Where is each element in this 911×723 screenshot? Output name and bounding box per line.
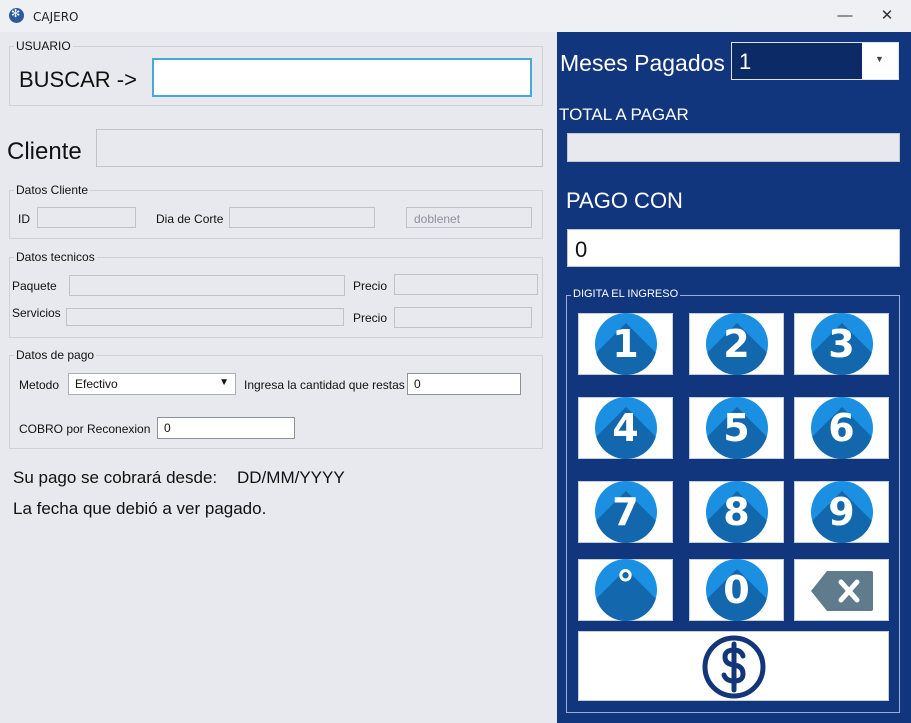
key-3[interactable]: 3 [794, 313, 889, 375]
id-label: ID [18, 212, 30, 226]
chevron-down-icon: ▼ [219, 377, 229, 388]
minimize-button[interactable]: — [831, 4, 859, 28]
datos-pago-legend: Datos de pago [14, 348, 97, 362]
key-8[interactable]: 8 [689, 481, 784, 543]
digit-8-icon: 8 [705, 481, 768, 543]
key-2[interactable]: 2 [689, 313, 784, 375]
datos-tecnicos-legend: Datos tecnicos [14, 250, 97, 264]
key-4[interactable]: 4 [578, 397, 673, 459]
pay-button[interactable] [578, 631, 889, 701]
degree-icon: ° [594, 559, 657, 621]
meses-value: 1 [739, 49, 752, 74]
digit-2-icon: 2 [705, 313, 768, 375]
cobro-label: COBRO por Reconexion [19, 422, 151, 436]
desde-value: DD/MM/YYYY [237, 468, 345, 487]
key-6[interactable]: 6 [794, 397, 889, 459]
key-1[interactable]: 1 [578, 313, 673, 375]
servicios-field [66, 308, 344, 326]
desde-label: Su pago se cobrará desde: [13, 468, 218, 487]
metodo-label: Metodo [19, 378, 60, 392]
digit-4-icon: 4 [594, 397, 657, 459]
precio1-field [394, 274, 538, 295]
empresa-value: doblenet [414, 212, 461, 226]
servicios-label: Servicios [12, 306, 61, 320]
total-label: TOTAL A PAGAR [559, 105, 689, 124]
key-9[interactable]: 9 [794, 481, 889, 543]
pago-label: PAGO CON [566, 188, 683, 213]
precio1-label: Precio [353, 279, 388, 293]
cantidad-label: Ingresa la cantidad que restas [244, 378, 405, 392]
key-5[interactable]: 5 [689, 397, 784, 459]
meses-dropdown-arrow[interactable]: ▼ [862, 43, 898, 79]
key-7[interactable]: 7 [578, 481, 673, 543]
title-bar: CAJERO — ✕ [0, 0, 911, 32]
digit-1-icon: 1 [594, 313, 657, 375]
digit-9-icon: 9 [810, 481, 873, 543]
precio2-field [394, 307, 532, 328]
window-title: CAJERO [33, 10, 79, 24]
fecha-text: La fecha que debió a ver pagado. [13, 499, 267, 518]
pago-input[interactable]: 0 [567, 229, 900, 267]
metodo-select[interactable]: Efectivo ▼ [68, 373, 236, 395]
id-field [37, 207, 136, 228]
dia-corte-field [229, 207, 375, 228]
cantidad-input[interactable]: 0 [407, 373, 521, 395]
empresa-field: doblenet [406, 207, 532, 228]
digit-0-icon: 0 [705, 559, 768, 621]
metodo-value: Efectivo [75, 377, 118, 391]
dollar-icon [702, 635, 766, 699]
key-0[interactable]: 0 [689, 559, 784, 621]
meses-label: Meses Pagados [560, 50, 725, 76]
backspace-icon [811, 571, 873, 611]
dia-corte-label: Dia de Corte [156, 212, 224, 226]
app-icon [9, 7, 24, 23]
paquete-field [69, 275, 345, 296]
paquete-label: Paquete [12, 279, 57, 293]
chevron-down-icon: ▼ [875, 54, 884, 64]
datos-cliente-legend: Datos Cliente [14, 183, 91, 197]
buscar-input[interactable] [152, 58, 532, 97]
key-degree[interactable]: ° [578, 559, 673, 621]
digit-3-icon: 3 [810, 313, 873, 375]
buscar-label: BUSCAR -> [19, 67, 137, 92]
precio2-label: Precio [353, 311, 388, 325]
close-button[interactable]: ✕ [873, 4, 901, 28]
key-backspace[interactable] [794, 559, 889, 621]
total-field [567, 133, 900, 162]
meses-select[interactable]: 1 ▼ [731, 42, 899, 80]
cobro-input[interactable]: 0 [157, 417, 295, 439]
keypad-legend: DIGITA EL INGRESO [571, 288, 681, 300]
digit-6-icon: 6 [810, 397, 873, 459]
cliente-label: Cliente [7, 138, 82, 165]
cliente-field [96, 129, 543, 167]
digit-7-icon: 7 [594, 481, 657, 543]
usuario-legend: USUARIO [14, 39, 73, 53]
digit-5-icon: 5 [705, 397, 768, 459]
